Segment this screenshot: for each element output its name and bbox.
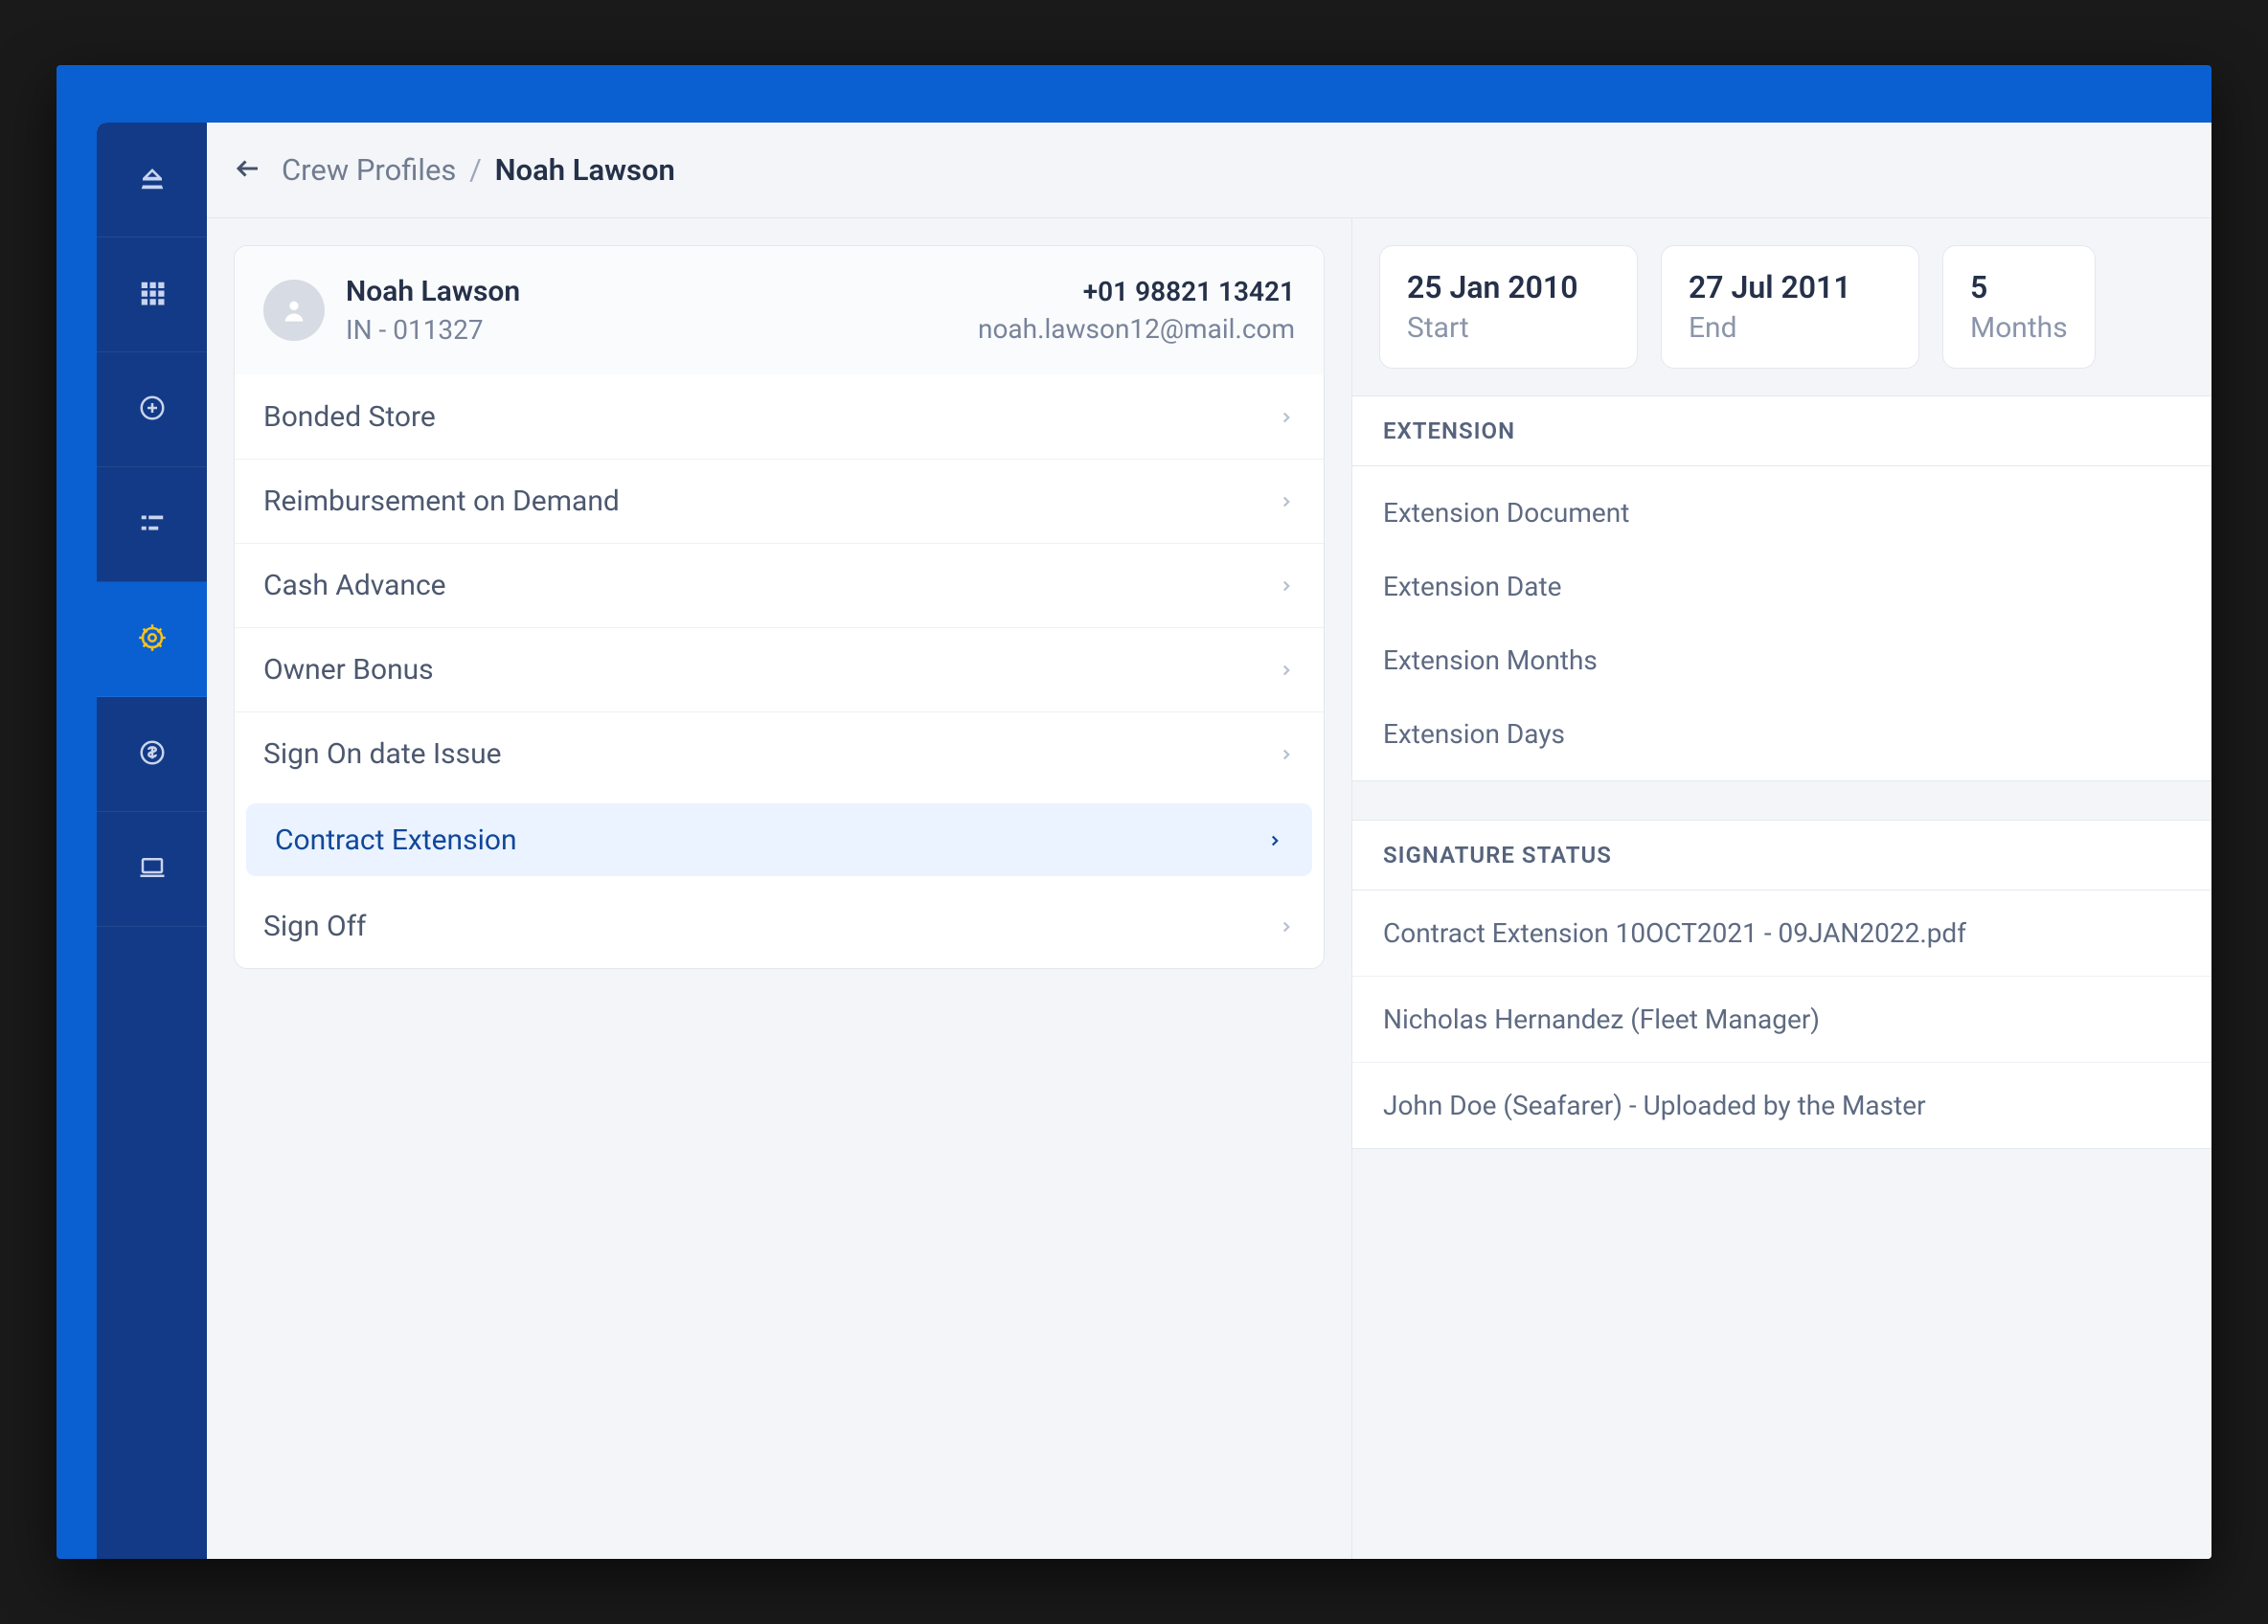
menu-list: Bonded Store Reimbursement on Demand — [235, 374, 1324, 968]
signature-row[interactable]: Contract Extension 10OCT2021 - 09JAN2022… — [1352, 891, 2211, 976]
extension-row[interactable]: Extension Days — [1352, 697, 2211, 771]
stat-label: Start — [1407, 311, 1610, 345]
breadcrumb: Crew Profiles / Noah Lawson — [282, 152, 675, 188]
section-header-extension: EXTENSION — [1352, 395, 2211, 466]
menu-item-owner-bonus[interactable]: Owner Bonus — [235, 627, 1324, 711]
menu-item-cash-advance[interactable]: Cash Advance — [235, 543, 1324, 627]
stat-row: 25 Jan 2010 Start 27 Jul 2011 End 5 Mont… — [1352, 218, 2211, 395]
avatar — [263, 280, 325, 341]
person-icon — [281, 297, 307, 324]
menu-item-sign-on-issue[interactable]: Sign On date Issue — [235, 711, 1324, 796]
menu-item-contract-extension[interactable]: Contract Extension — [246, 803, 1312, 876]
menu-item-label: Owner Bonus — [263, 653, 434, 687]
chevron-right-icon — [1278, 910, 1295, 943]
sidebar-item-list[interactable] — [97, 467, 207, 582]
chevron-right-icon — [1278, 653, 1295, 687]
chevron-right-icon — [1278, 400, 1295, 434]
section-body-signature: Contract Extension 10OCT2021 - 09JAN2022… — [1352, 891, 2211, 1149]
stat-label: End — [1689, 311, 1892, 345]
breadcrumb-separator: / — [469, 152, 482, 188]
profile-name: Noah Lawson — [346, 275, 520, 308]
stat-value: 5 — [1970, 269, 2068, 305]
topbar: Crew Profiles / Noah Lawson — [207, 123, 2211, 218]
list-icon — [138, 508, 167, 541]
extension-row[interactable]: Extension Document — [1352, 476, 2211, 550]
profile-phone: +01 98821 13421 — [978, 276, 1295, 307]
section-header-signature: SIGNATURE STATUS — [1352, 820, 2211, 891]
laptop-icon — [138, 853, 167, 886]
section-body-extension: Extension Document Extension Date Extens… — [1352, 466, 2211, 781]
stat-card-months: 5 Months — [1942, 245, 2096, 369]
menu-item-label: Bonded Store — [263, 400, 436, 434]
profile-header: Noah Lawson IN - 011327 +01 98821 13421 … — [235, 246, 1324, 374]
signature-row[interactable]: Nicholas Hernandez (Fleet Manager) — [1352, 976, 2211, 1062]
chevron-right-icon — [1278, 569, 1295, 602]
profile-card: Noah Lawson IN - 011327 +01 98821 13421 … — [234, 245, 1325, 969]
signature-row[interactable]: John Doe (Seafarer) - Uploaded by the Ma… — [1352, 1062, 2211, 1148]
sidebar — [97, 123, 207, 1559]
plus-circle-icon — [138, 394, 167, 426]
detail-pane: 25 Jan 2010 Start 27 Jul 2011 End 5 Mont… — [1351, 218, 2211, 1559]
stat-value: 25 Jan 2010 — [1407, 269, 1610, 305]
menu-item-reimbursement[interactable]: Reimbursement on Demand — [235, 459, 1324, 543]
stat-value: 27 Jul 2011 — [1689, 269, 1892, 305]
helm-icon — [138, 623, 167, 656]
chevron-right-icon — [1278, 737, 1295, 771]
sidebar-item-device[interactable] — [97, 812, 207, 927]
back-button[interactable] — [234, 154, 262, 187]
menu-item-sign-off[interactable]: Sign Off — [235, 884, 1324, 968]
stat-card-end: 27 Jul 2011 End — [1661, 245, 1919, 369]
chevron-right-icon — [1266, 823, 1283, 857]
menu-item-label: Reimbursement on Demand — [263, 485, 620, 518]
profile-code: IN - 011327 — [346, 314, 520, 346]
sidebar-item-money[interactable] — [97, 697, 207, 812]
menu-item-label: Contract Extension — [275, 823, 517, 857]
breadcrumb-parent[interactable]: Crew Profiles — [282, 152, 456, 188]
sidebar-item-add[interactable] — [97, 352, 207, 467]
sidebar-item-grid[interactable] — [97, 237, 207, 352]
menu-item-label: Sign On date Issue — [263, 737, 502, 771]
chevron-right-icon — [1278, 485, 1295, 518]
extension-row[interactable]: Extension Date — [1352, 550, 2211, 623]
breadcrumb-current: Noah Lawson — [495, 152, 675, 188]
extension-row[interactable]: Extension Months — [1352, 623, 2211, 697]
grid-icon — [138, 279, 167, 311]
stat-card-start: 25 Jan 2010 Start — [1379, 245, 1638, 369]
ship-icon — [138, 164, 167, 196]
profile-email: noah.lawson12@mail.com — [978, 313, 1295, 345]
sidebar-item-crew[interactable] — [97, 582, 207, 697]
arrow-left-icon — [234, 154, 262, 183]
menu-item-label: Sign Off — [263, 910, 366, 943]
sidebar-item-ship[interactable] — [97, 123, 207, 237]
currency-icon — [138, 738, 167, 771]
stat-label: Months — [1970, 311, 2068, 345]
menu-item-bonded-store[interactable]: Bonded Store — [235, 374, 1324, 459]
menu-item-label: Cash Advance — [263, 569, 446, 602]
